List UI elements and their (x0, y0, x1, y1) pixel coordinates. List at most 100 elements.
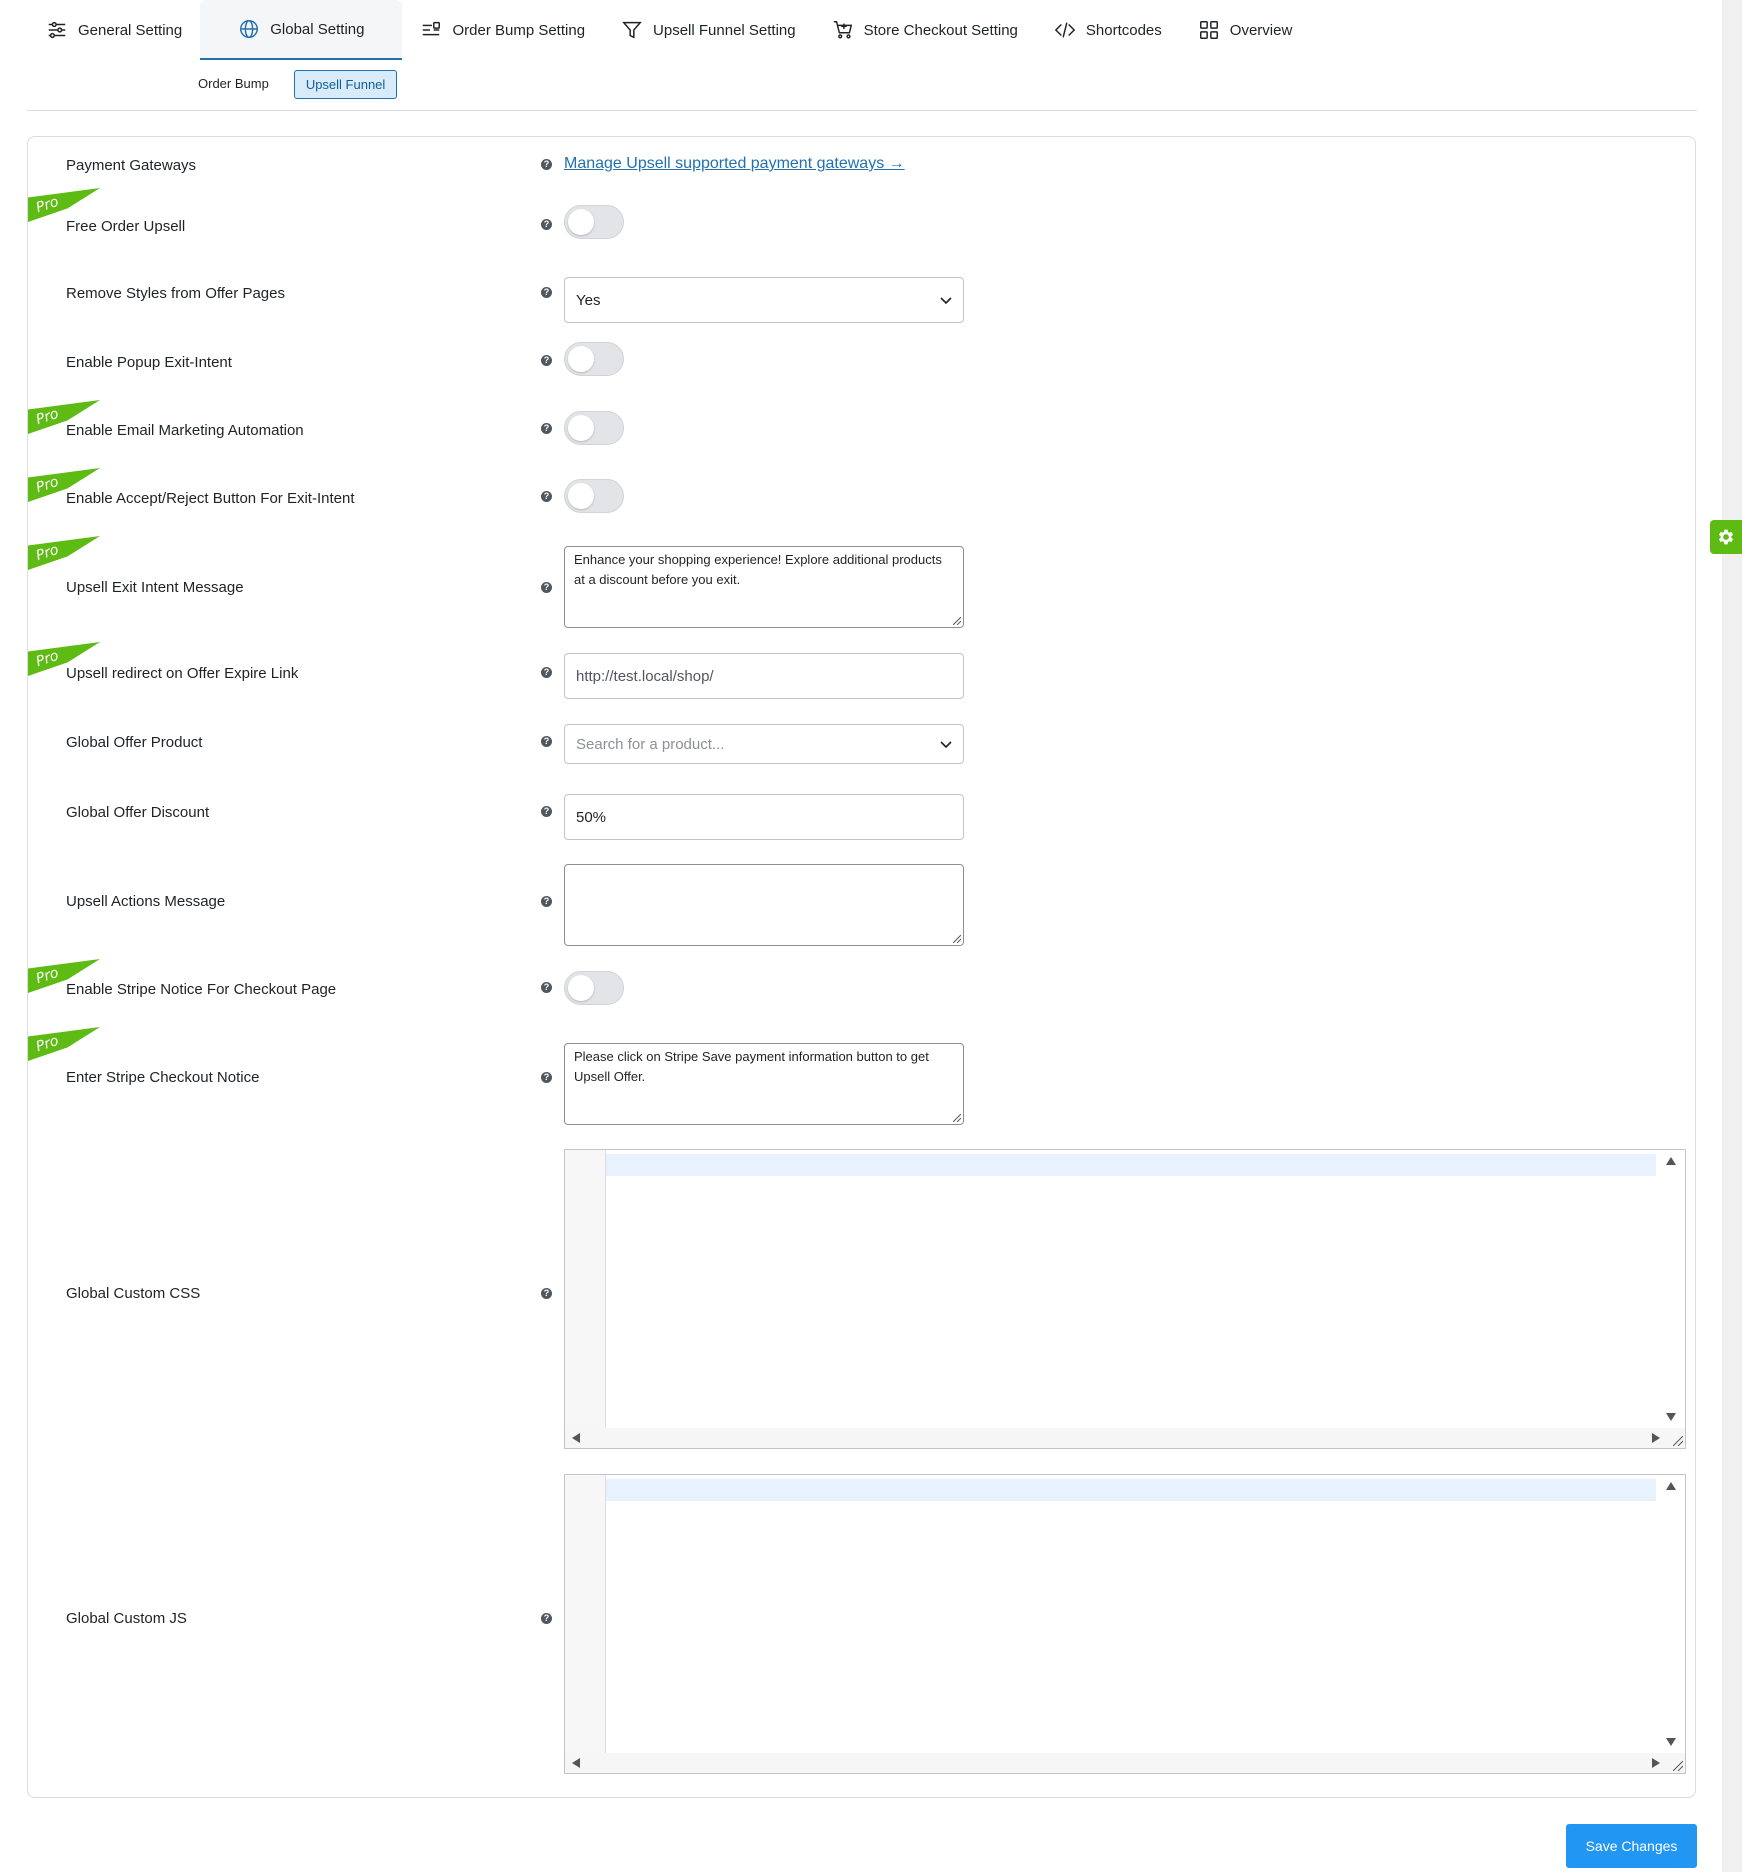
help-icon[interactable]: ? (541, 355, 552, 366)
admin-right-strip (1722, 0, 1742, 1872)
scroll-down-icon[interactable] (1665, 1412, 1677, 1422)
divider (27, 110, 1697, 111)
input-value: 50% (576, 808, 607, 826)
help-icon[interactable]: ? (541, 287, 552, 298)
code-icon (1054, 22, 1076, 38)
tab-label: Order Bump Setting (452, 21, 586, 39)
textarea-value: Enhance your shopping experience! Explor… (574, 552, 942, 587)
global-offer-discount-input[interactable]: 50% (564, 794, 964, 840)
line-gutter (565, 1150, 606, 1430)
scroll-up-icon[interactable] (1665, 1156, 1677, 1166)
tab-label: Upsell Funnel Setting (653, 21, 796, 39)
custom-css-editor[interactable] (564, 1149, 1686, 1449)
stripe-checkout-notice-textarea[interactable]: Please click on Stripe Save payment info… (564, 1043, 964, 1125)
help-icon[interactable]: ? (541, 1072, 552, 1083)
tab-shortcodes[interactable]: Shortcodes (1036, 0, 1180, 60)
chevron-down-icon (940, 297, 952, 305)
tab-store-checkout-setting[interactable]: Store Checkout Setting (814, 0, 1036, 60)
textarea-value: Please click on Stripe Save payment info… (574, 1049, 929, 1084)
horizontal-scrollbar[interactable] (565, 1428, 1685, 1448)
popup-exit-intent-toggle[interactable] (564, 342, 624, 376)
setting-label: Enter Stripe Checkout Notice (66, 1069, 260, 1086)
remove-styles-select[interactable]: Yes (564, 277, 964, 323)
tab-label: General Setting (78, 21, 183, 39)
resize-handle-icon[interactable] (1673, 1436, 1683, 1446)
active-line (606, 1479, 1656, 1501)
scroll-left-icon[interactable] (571, 1757, 581, 1769)
tab-label: Store Checkout Setting (863, 21, 1018, 39)
scroll-down-icon[interactable] (1665, 1737, 1677, 1747)
pro-badge: Pro (28, 188, 100, 222)
input-value: http://test.local/shop/ (576, 667, 714, 685)
list-settings-icon (423, 21, 441, 36)
tab-label: Global Setting (270, 20, 365, 38)
setting-label: Global Offer Discount (66, 804, 210, 821)
help-icon[interactable]: ? (541, 159, 552, 170)
main-tabs: General Setting Global Setting Order Bum… (28, 0, 1310, 60)
setting-label: Upsell redirect on Offer Expire Link (66, 665, 299, 682)
setting-label: Global Custom CSS (66, 1285, 201, 1302)
save-changes-button[interactable]: Save Changes (1566, 1824, 1697, 1868)
scroll-up-icon[interactable] (1665, 1481, 1677, 1491)
accept-reject-toggle[interactable] (564, 479, 624, 513)
setting-label: Enable Accept/Reject Button For Exit-Int… (66, 490, 355, 507)
offer-expire-link-input[interactable]: http://test.local/shop/ (564, 653, 964, 699)
setting-label: Upsell Actions Message (66, 893, 226, 910)
subtab-order-bump[interactable]: Order Bump (187, 70, 280, 99)
subtab-upsell-funnel[interactable]: Upsell Funnel (293, 70, 398, 99)
resize-handle-icon[interactable] (1673, 1761, 1683, 1771)
stripe-notice-toggle[interactable] (564, 971, 624, 1005)
settings-card: Payment Gateways ? Manage Upsell support… (27, 136, 1696, 1798)
setting-label: Enable Popup Exit-Intent (66, 354, 232, 371)
help-icon[interactable]: ? (541, 1288, 552, 1299)
tab-general-setting[interactable]: General Setting (28, 0, 200, 60)
resize-handle-icon[interactable] (953, 935, 961, 943)
scroll-right-icon[interactable] (1651, 1432, 1661, 1444)
help-icon[interactable]: ? (541, 896, 552, 907)
help-icon[interactable]: ? (541, 736, 552, 747)
sliders-icon (48, 21, 66, 39)
help-icon[interactable]: ? (541, 982, 552, 993)
setting-label: Global Custom JS (66, 1610, 187, 1627)
free-order-upsell-toggle[interactable] (564, 205, 624, 239)
resize-handle-icon[interactable] (953, 1114, 961, 1122)
help-icon[interactable]: ? (541, 1613, 552, 1624)
line-gutter (565, 1475, 606, 1755)
global-offer-product-select[interactable]: Search for a product... (564, 724, 964, 764)
sub-tabs: Order Bump Upsell Funnel (187, 70, 398, 99)
exit-intent-message-textarea[interactable]: Enhance your shopping experience! Explor… (564, 546, 964, 628)
funnel-icon (622, 21, 642, 39)
help-icon[interactable]: ? (541, 491, 552, 502)
help-icon[interactable]: ? (541, 667, 552, 678)
help-icon[interactable]: ? (541, 806, 552, 817)
manage-gateways-link[interactable]: Manage Upsell supported payment gateways… (564, 155, 905, 173)
pro-badge: Pro (28, 536, 100, 570)
setting-label: Free Order Upsell (66, 218, 186, 235)
custom-js-editor[interactable] (564, 1474, 1686, 1774)
tab-overview[interactable]: Overview (1180, 0, 1311, 60)
horizontal-scrollbar[interactable] (565, 1753, 1685, 1773)
pro-badge: Pro (28, 1027, 100, 1061)
select-placeholder: Search for a product... (576, 735, 725, 753)
tab-label: Overview (1229, 21, 1293, 39)
help-icon[interactable]: ? (541, 582, 552, 593)
tab-order-bump-setting[interactable]: Order Bump Setting (402, 0, 603, 60)
cart-icon (833, 21, 852, 39)
setting-label: Enable Stripe Notice For Checkout Page (66, 981, 337, 998)
setting-label: Upsell Exit Intent Message (66, 579, 244, 596)
globe-icon (240, 20, 259, 38)
help-icon[interactable]: ? (541, 423, 552, 434)
email-marketing-toggle[interactable] (564, 411, 624, 445)
scroll-right-icon[interactable] (1651, 1757, 1661, 1769)
gear-icon (1718, 529, 1734, 545)
tab-upsell-funnel-setting[interactable]: Upsell Funnel Setting (603, 0, 814, 60)
resize-handle-icon[interactable] (953, 617, 961, 625)
help-icon[interactable]: ? (541, 219, 552, 230)
actions-message-textarea[interactable] (564, 864, 964, 946)
settings-gear-button[interactable] (1710, 520, 1742, 554)
chevron-down-icon (940, 741, 952, 749)
tab-global-setting[interactable]: Global Setting (200, 0, 403, 60)
setting-label: Global Offer Product (66, 734, 203, 751)
select-value: Yes (576, 291, 601, 309)
scroll-left-icon[interactable] (571, 1432, 581, 1444)
